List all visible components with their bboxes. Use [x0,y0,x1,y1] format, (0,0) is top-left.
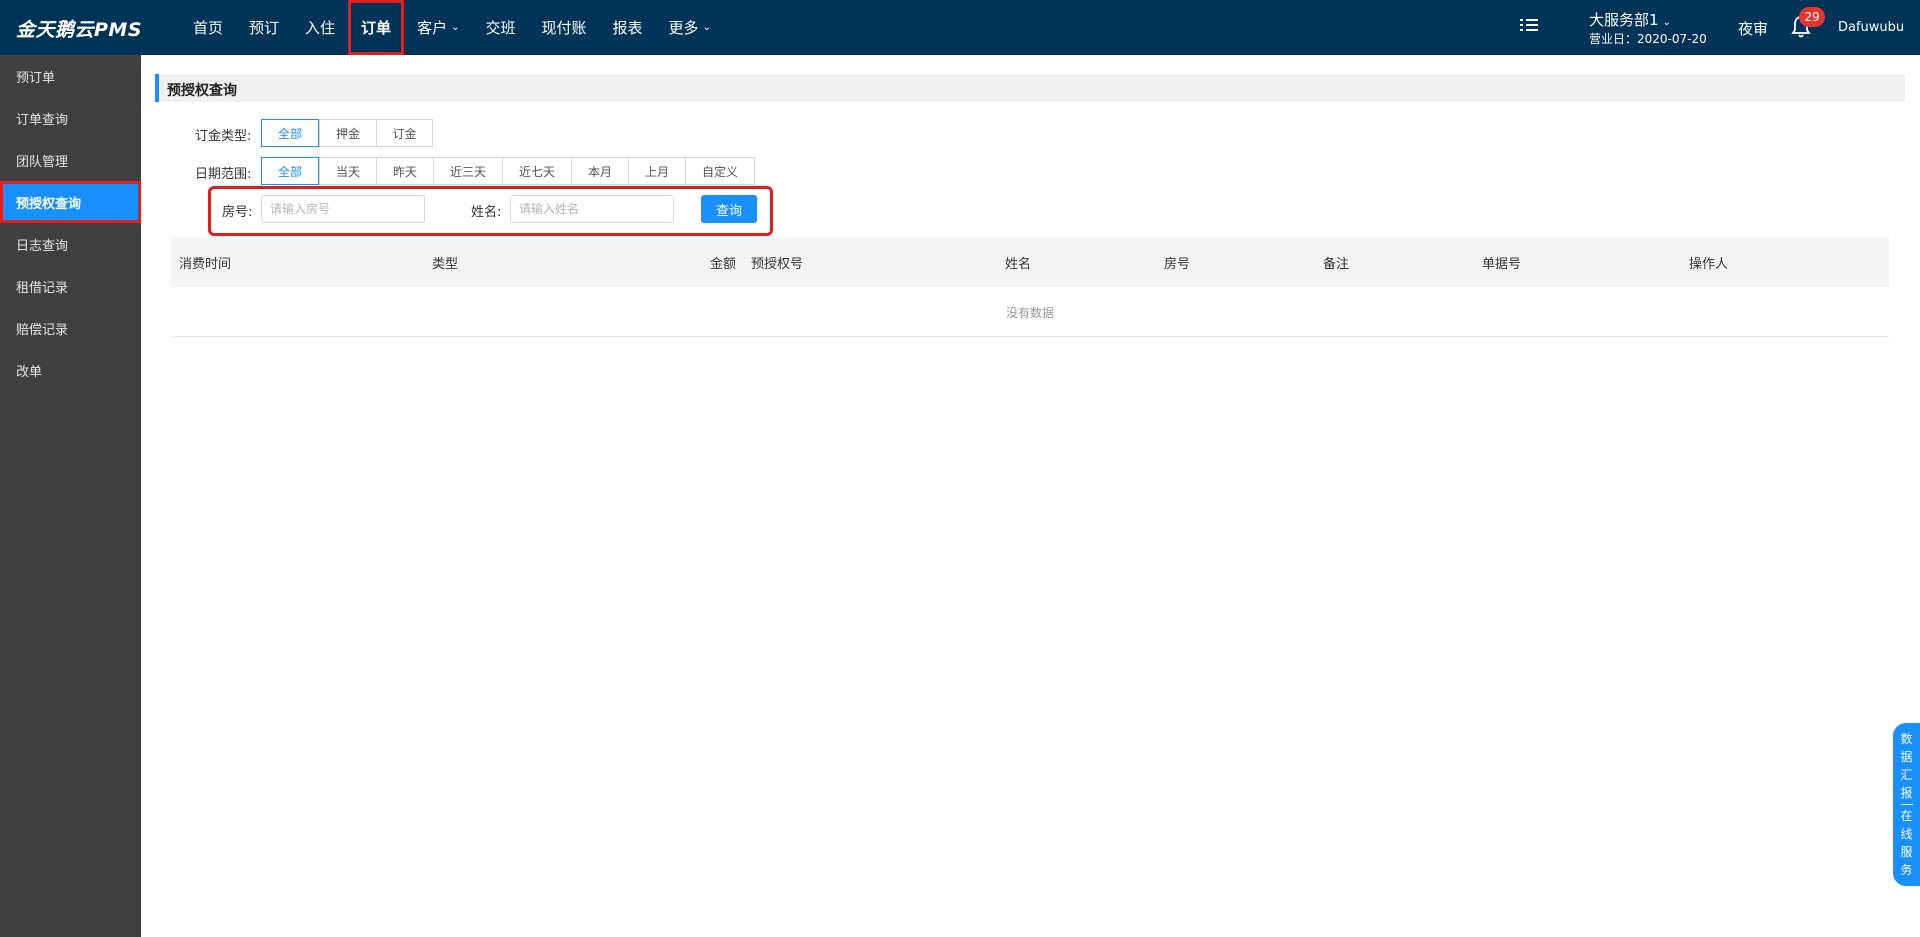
chevron-down-icon: ⌄ [451,22,460,33]
sidebar-item-label: 团队管理 [16,154,69,170]
guest-name-label: 姓名: [471,205,502,220]
sidebar-item-label: 改单 [16,364,43,380]
nav-item-label: 首页 [193,19,224,37]
sidebar-item-label: 租借记录 [16,280,69,296]
date-range-option-all[interactable]: 全部 [261,157,319,185]
nav-item-orders[interactable]: 订单 [348,0,405,55]
float-tab-char: 在 [1900,809,1913,823]
float-tab-divider [1900,804,1913,805]
table-header: 消费时间 类型 金额 预授权号 姓名 房号 备注 单据号 操作人 [171,237,1889,287]
float-tab-char: 务 [1900,863,1913,877]
main-content: 预授权查询 订金类型: 全部 押金 订金 日期范围: 全部 当天 昨天 近三天 … [141,55,1920,937]
nav-item-label: 预订 [249,19,280,37]
nav-item-shift-handover[interactable]: 交班 [472,0,528,55]
store-selector[interactable]: 大服务部1 ⌄ [1589,9,1671,30]
nav-item-label: 入住 [305,19,336,37]
floating-service-tab[interactable]: 数 据 汇 报 在 线 服 务 [1893,723,1920,886]
sidebar-item-reservations[interactable]: 预订单 [0,55,141,97]
sidebar-item-label: 预授权查询 [16,196,82,212]
nav-item-more[interactable]: 更多 ⌄ [656,0,724,55]
float-tab-char: 数 [1900,732,1913,746]
float-tab-char: 线 [1900,827,1913,841]
user-name[interactable]: Dafuwubu [1838,20,1904,35]
column-header-room[interactable]: 房号 [1164,253,1190,272]
float-tab-char: 据 [1900,750,1913,764]
sidebar-item-label: 赔偿记录 [16,322,69,338]
deposit-type-segmented: 全部 押金 订金 [261,119,433,147]
sidebar-item-label: 预订单 [16,70,56,86]
date-range-label: 日期范围: [195,167,252,182]
column-header-operator[interactable]: 操作人 [1689,253,1728,272]
guest-name-input[interactable] [510,195,674,223]
column-header-type[interactable]: 类型 [432,253,458,272]
query-button[interactable]: 查询 [701,195,757,223]
sidebar-item-group-management[interactable]: 团队管理 [0,139,141,181]
list-menu-icon[interactable] [1520,18,1540,36]
sidebar-item-modify-order[interactable]: 改单 [0,349,141,391]
top-navigation-bar: 金天鹅云PMS 首页 预订 入住 订单 客户 ⌄ 交班 现付账 报表 更多 ⌄ 大服… [0,0,1920,55]
date-range-option-last-month[interactable]: 上月 [628,157,685,185]
nav-item-label: 订单 [361,19,392,37]
nav-item-home[interactable]: 首页 [180,0,236,55]
date-range-option-last-7-days[interactable]: 近七天 [502,157,571,185]
main-nav: 首页 预订 入住 订单 客户 ⌄ 交班 现付账 报表 更多 ⌄ [180,0,724,55]
sidebar-item-label: 日志查询 [16,238,69,254]
sidebar-item-log-query[interactable]: 日志查询 [0,223,141,265]
sidebar-item-order-query[interactable]: 订单查询 [0,97,141,139]
date-range-option-yesterday[interactable]: 昨天 [376,157,433,185]
column-header-remark[interactable]: 备注 [1323,253,1349,272]
nav-item-reports[interactable]: 报表 [600,0,656,55]
nav-item-checkin[interactable]: 入住 [292,0,348,55]
sidebar-item-compensation-records[interactable]: 赔偿记录 [0,307,141,349]
nav-item-cash-account[interactable]: 现付账 [528,0,599,55]
date-range-option-custom[interactable]: 自定义 [685,157,755,185]
chevron-down-icon: ⌄ [702,22,711,33]
table-empty-row: 没有数据 [171,287,1889,337]
deposit-type-label: 订金类型: [195,129,252,144]
date-range-option-last-3-days[interactable]: 近三天 [433,157,502,185]
room-number-label: 房号: [222,205,253,220]
night-audit-button[interactable]: 夜审 [1738,18,1768,39]
empty-state-text: 没有数据 [1005,306,1054,320]
room-number-input[interactable] [261,195,425,223]
deposit-type-option-security[interactable]: 押金 [319,119,376,147]
app-logo[interactable]: 金天鹅云PMS [16,15,142,42]
nav-item-label: 报表 [612,19,643,37]
column-header-preauth-number[interactable]: 预授权号 [751,253,803,272]
float-tab-char: 汇 [1900,768,1913,782]
sidebar: 预订单 订单查询 团队管理 预授权查询 日志查询 租借记录 赔偿记录 改单 [0,55,141,937]
sidebar-item-preauth-query[interactable]: 预授权查询 [0,181,141,223]
chevron-down-icon: ⌄ [1662,17,1671,28]
column-header-document-number[interactable]: 单据号 [1482,253,1521,272]
business-date: 营业日：2020-07-20 [1589,32,1707,46]
nav-item-label: 现付账 [541,19,587,37]
date-range-option-today[interactable]: 当天 [319,157,376,185]
nav-item-label: 客户 [417,19,448,37]
date-range-segmented: 全部 当天 昨天 近三天 近七天 本月 上月 自定义 [261,157,755,185]
notification-badge: 29 [1799,7,1825,27]
float-tab-char: 服 [1900,845,1913,859]
column-header-name[interactable]: 姓名 [1005,253,1031,272]
deposit-type-option-all[interactable]: 全部 [261,119,319,147]
nav-item-reservation[interactable]: 预订 [236,0,292,55]
nav-item-label: 更多 [668,19,699,37]
page-title: 预授权查询 [167,83,237,99]
column-header-amount[interactable]: 金额 [710,253,736,272]
page-title-bar: 预授权查询 [155,74,1905,102]
deposit-type-option-advance[interactable]: 订金 [376,119,433,147]
store-name: 大服务部1 [1589,11,1659,29]
float-tab-char: 报 [1900,786,1913,800]
sidebar-item-label: 订单查询 [16,112,69,128]
date-range-option-this-month[interactable]: 本月 [571,157,628,185]
sidebar-item-rental-records[interactable]: 租借记录 [0,265,141,307]
column-header-consume-time[interactable]: 消费时间 [179,253,231,272]
nav-item-label: 交班 [485,19,516,37]
nav-item-customers[interactable]: 客户 ⌄ [404,0,472,55]
